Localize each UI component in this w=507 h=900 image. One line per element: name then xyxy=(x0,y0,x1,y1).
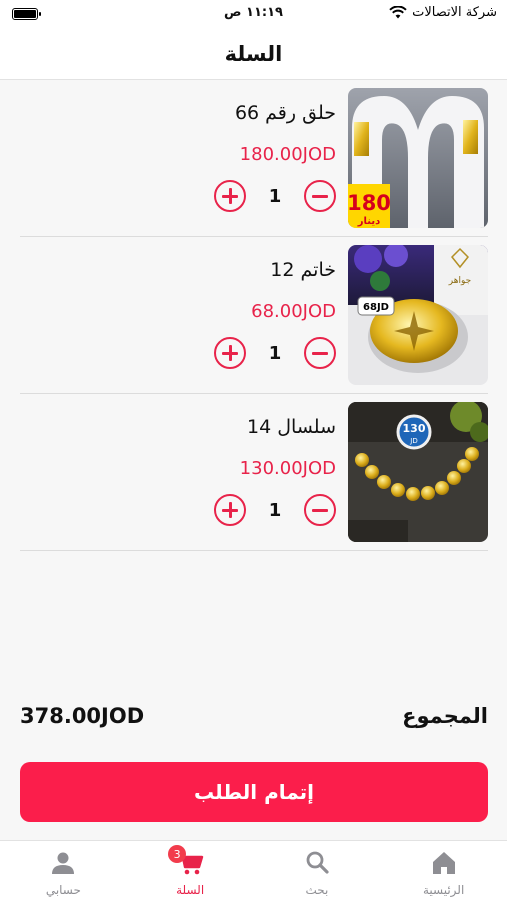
wifi-icon xyxy=(389,6,407,19)
total-value: 378.00JOD xyxy=(20,704,145,728)
checkout-button[interactable]: إتمام الطلب xyxy=(20,762,488,822)
nav-bar: السلة xyxy=(0,28,507,80)
item-price: 180.00JOD xyxy=(239,144,336,165)
tab-home[interactable]: الرئيسية xyxy=(380,841,507,900)
search-icon xyxy=(306,851,329,874)
home-icon xyxy=(432,852,455,874)
total-row: المجموع 378.00JOD xyxy=(20,702,488,736)
tab-search[interactable]: بحث xyxy=(254,841,381,900)
quantity-value: 1 xyxy=(268,185,282,207)
page-title: السلة xyxy=(224,41,283,66)
decrease-quantity-button[interactable] xyxy=(304,180,336,212)
decrease-quantity-button[interactable] xyxy=(304,494,336,526)
svg-text:68JD: 68JD xyxy=(363,302,389,313)
tab-label: بحث xyxy=(305,883,329,897)
cart-count-badge: 3 xyxy=(168,845,187,863)
quantity-stepper: 1 xyxy=(214,336,336,370)
quantity-stepper: 1 xyxy=(214,179,336,213)
carrier-group: شركة الاتصالات xyxy=(389,5,497,20)
total-label: المجموع xyxy=(402,704,488,728)
quantity-value: 1 xyxy=(268,342,282,364)
tab-account[interactable]: حسابي xyxy=(0,841,127,900)
tab-bar: حسابي 3 السلة بحث الرئيسية xyxy=(0,840,507,900)
svg-text:130: 130 xyxy=(403,422,426,435)
ring-image[interactable]: جواهر 68JD xyxy=(348,245,488,385)
increase-quantity-button[interactable] xyxy=(214,494,246,526)
quantity-value: 1 xyxy=(268,499,282,521)
necklace-image[interactable]: 130 JD xyxy=(348,402,488,542)
cart-item: 180 دينار حلق رقم 66 180.00JOD 1 xyxy=(20,80,488,237)
item-name: حلق رقم 66 xyxy=(234,102,336,124)
battery-icon xyxy=(12,8,41,20)
carrier-name: شركة الاتصالات xyxy=(412,5,497,20)
cart-list: 180 دينار حلق رقم 66 180.00JOD 1 جواهر 6… xyxy=(20,80,488,551)
quantity-stepper: 1 xyxy=(214,493,336,527)
item-name: سلسال 14 xyxy=(247,416,336,438)
increase-quantity-button[interactable] xyxy=(214,180,246,212)
svg-text:180: 180 xyxy=(348,191,391,215)
status-bar: شركة الاتصالات ١١:١٩ ص xyxy=(0,0,507,28)
increase-quantity-button[interactable] xyxy=(214,337,246,369)
tab-label: السلة xyxy=(176,883,205,897)
item-name: خاتم 12 xyxy=(270,259,336,281)
svg-text:جواهر: جواهر xyxy=(448,276,471,286)
earrings-image[interactable]: 180 دينار xyxy=(348,88,488,228)
tab-cart[interactable]: 3 السلة xyxy=(127,841,254,900)
tab-label: حسابي xyxy=(45,883,81,897)
tab-label: الرئيسية xyxy=(422,883,465,897)
item-price: 68.00JOD xyxy=(251,301,336,322)
decrease-quantity-button[interactable] xyxy=(304,337,336,369)
item-price: 130.00JOD xyxy=(239,458,336,479)
cart-item: 130 JD سلسال 14 130.00JOD 1 xyxy=(20,394,488,551)
cart-item: جواهر 68JD خاتم 12 68.00JOD 1 xyxy=(20,237,488,394)
svg-text:دينار: دينار xyxy=(357,216,380,227)
svg-text:JD: JD xyxy=(409,437,417,445)
person-icon xyxy=(52,852,75,874)
clock: ١١:١٩ ص xyxy=(224,5,283,20)
